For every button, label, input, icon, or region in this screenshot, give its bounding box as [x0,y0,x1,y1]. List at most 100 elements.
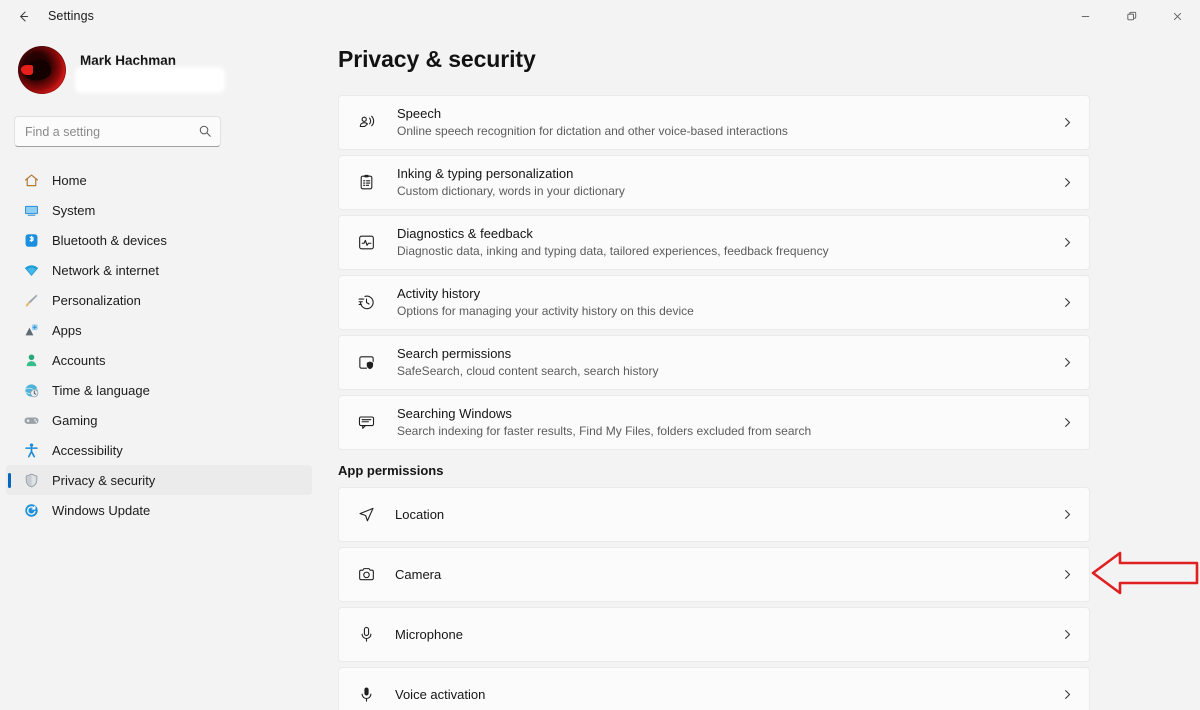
sidebar-item-label: Apps [52,322,82,338]
camera-icon [355,564,377,586]
chevron-right-icon [1057,569,1077,580]
chevron-right-icon [1057,509,1077,520]
sidebar-nav: Home System Bluetooth & devices Network … [0,165,320,525]
maximize-button[interactable] [1108,0,1154,32]
location-icon [355,504,377,526]
app-permissions-heading: App permissions [338,463,444,478]
sidebar-item-label: Bluetooth & devices [52,232,167,248]
avatar [18,46,66,94]
settings-row-inking-typing-personalization[interactable]: Inking & typing personalization Custom d… [338,155,1090,210]
sidebar-item-windows-update[interactable]: Windows Update [6,495,312,525]
settings-row-title: Diagnostics & feedback [397,226,533,241]
settings-row-speech[interactable]: Speech Online speech recognition for dic… [338,95,1090,150]
account-tile[interactable]: Mark Hachman [12,42,252,98]
settings-row-diagnostics-feedback[interactable]: Diagnostics & feedback Diagnostic data, … [338,215,1090,270]
search-permissions-icon [355,352,377,374]
minimize-button[interactable] [1062,0,1108,32]
clock-globe-icon [22,381,40,399]
account-text: Mark Hachman [80,53,220,88]
sidebar-item-time-language[interactable]: Time & language [6,375,312,405]
sidebar-item-apps[interactable]: Apps [6,315,312,345]
accessibility-icon [22,441,40,459]
back-arrow-icon [19,11,28,21]
sidebar-item-system[interactable]: System [6,195,312,225]
chevron-right-icon [1057,237,1077,248]
settings-row-subtitle: Online speech recognition for dictation … [397,124,788,138]
settings-row-title: Speech [397,106,442,121]
inking-icon [355,172,377,194]
page-title: Privacy & security [338,46,536,72]
sidebar-item-label: Time & language [52,382,150,398]
settings-row-text: Camera [395,567,1057,583]
window-controls [1062,0,1200,32]
sidebar: Mark Hachman Home [0,32,320,710]
voice-activation-icon [355,684,377,706]
settings-row-subtitle: Custom dictionary, words in your diction… [397,184,625,198]
sidebar-item-label: Personalization [52,292,141,308]
sidebar-item-label: Windows Update [52,502,151,518]
settings-row-microphone[interactable]: Microphone [338,607,1090,662]
settings-row-location[interactable]: Location [338,487,1090,542]
settings-row-title: Searching Windows [397,406,512,421]
settings-row-search-permissions[interactable]: Search permissions SafeSearch, cloud con… [338,335,1090,390]
brush-icon [22,291,40,309]
settings-row-title: Search permissions [397,346,512,361]
gamepad-icon [22,411,40,429]
diagnostics-icon [355,232,377,254]
chevron-right-icon [1057,177,1077,188]
settings-row-title: Inking & typing personalization [397,166,574,181]
back-button[interactable] [8,1,38,31]
bluetooth-icon [22,231,40,249]
sidebar-item-gaming[interactable]: Gaming [6,405,312,435]
settings-row-title: Camera [395,566,442,582]
sidebar-item-privacy-security[interactable]: Privacy & security [6,465,312,495]
settings-row-title: Location [395,506,445,522]
sidebar-item-network-internet[interactable]: Network & internet [6,255,312,285]
title-bar: Settings [0,0,1200,32]
restore-icon [1126,11,1136,20]
microphone-icon [355,624,377,646]
sidebar-item-accounts[interactable]: Accounts [6,345,312,375]
settings-row-text: Microphone [395,627,1057,643]
chevron-right-icon [1057,417,1077,428]
settings-row-text: Searching Windows Search indexing for fa… [397,406,1057,439]
sidebar-item-accessibility[interactable]: Accessibility [6,435,312,465]
search-container [14,116,221,147]
settings-row-title: Activity history [397,286,481,301]
account-email-redacted [80,71,220,88]
settings-row-text: Voice activation [395,687,1057,703]
settings-row-subtitle: Search indexing for faster results, Find… [397,424,812,438]
settings-row-text: Speech Online speech recognition for dic… [397,106,1057,139]
chevron-right-icon [1057,297,1077,308]
accounts-icon [22,351,40,369]
sidebar-item-label: Accessibility [52,442,123,458]
chevron-right-icon [1057,117,1077,128]
network-icon [22,261,40,279]
settings-window: Settings Mark Hachman Find a setting Hom… [0,0,1200,710]
settings-row-text: Diagnostics & feedback Diagnostic data, … [397,226,1057,259]
settings-row-title: Microphone [395,626,463,642]
shield-icon [22,471,40,489]
system-icon [22,201,40,219]
settings-row-activity-history[interactable]: Activity history Options for managing yo… [338,275,1090,330]
sidebar-item-home[interactable]: Home [6,165,312,195]
sidebar-item-label: Accounts [52,352,106,368]
chevron-right-icon [1057,689,1077,700]
close-button[interactable] [1154,0,1200,32]
settings-row-camera[interactable]: Camera [338,547,1090,602]
sidebar-item-bluetooth-devices[interactable]: Bluetooth & devices [6,225,312,255]
settings-row-title: Voice activation [395,686,486,702]
main-content: Privacy & security Speech Online speech … [320,32,1200,710]
settings-row-text: Inking & typing personalization Custom d… [397,166,1057,199]
sidebar-item-personalization[interactable]: Personalization [6,285,312,315]
sidebar-item-label: Home [52,172,87,188]
search-input[interactable] [14,116,221,147]
settings-row-voice-activation[interactable]: Voice activation [338,667,1090,710]
window-title: Settings [48,9,94,23]
speech-icon [355,112,377,134]
chevron-right-icon [1057,357,1077,368]
sidebar-item-label: Network & internet [52,262,159,278]
update-icon [22,501,40,519]
settings-row-searching-windows[interactable]: Searching Windows Search indexing for fa… [338,395,1090,450]
settings-row-text: Location [395,507,1057,523]
